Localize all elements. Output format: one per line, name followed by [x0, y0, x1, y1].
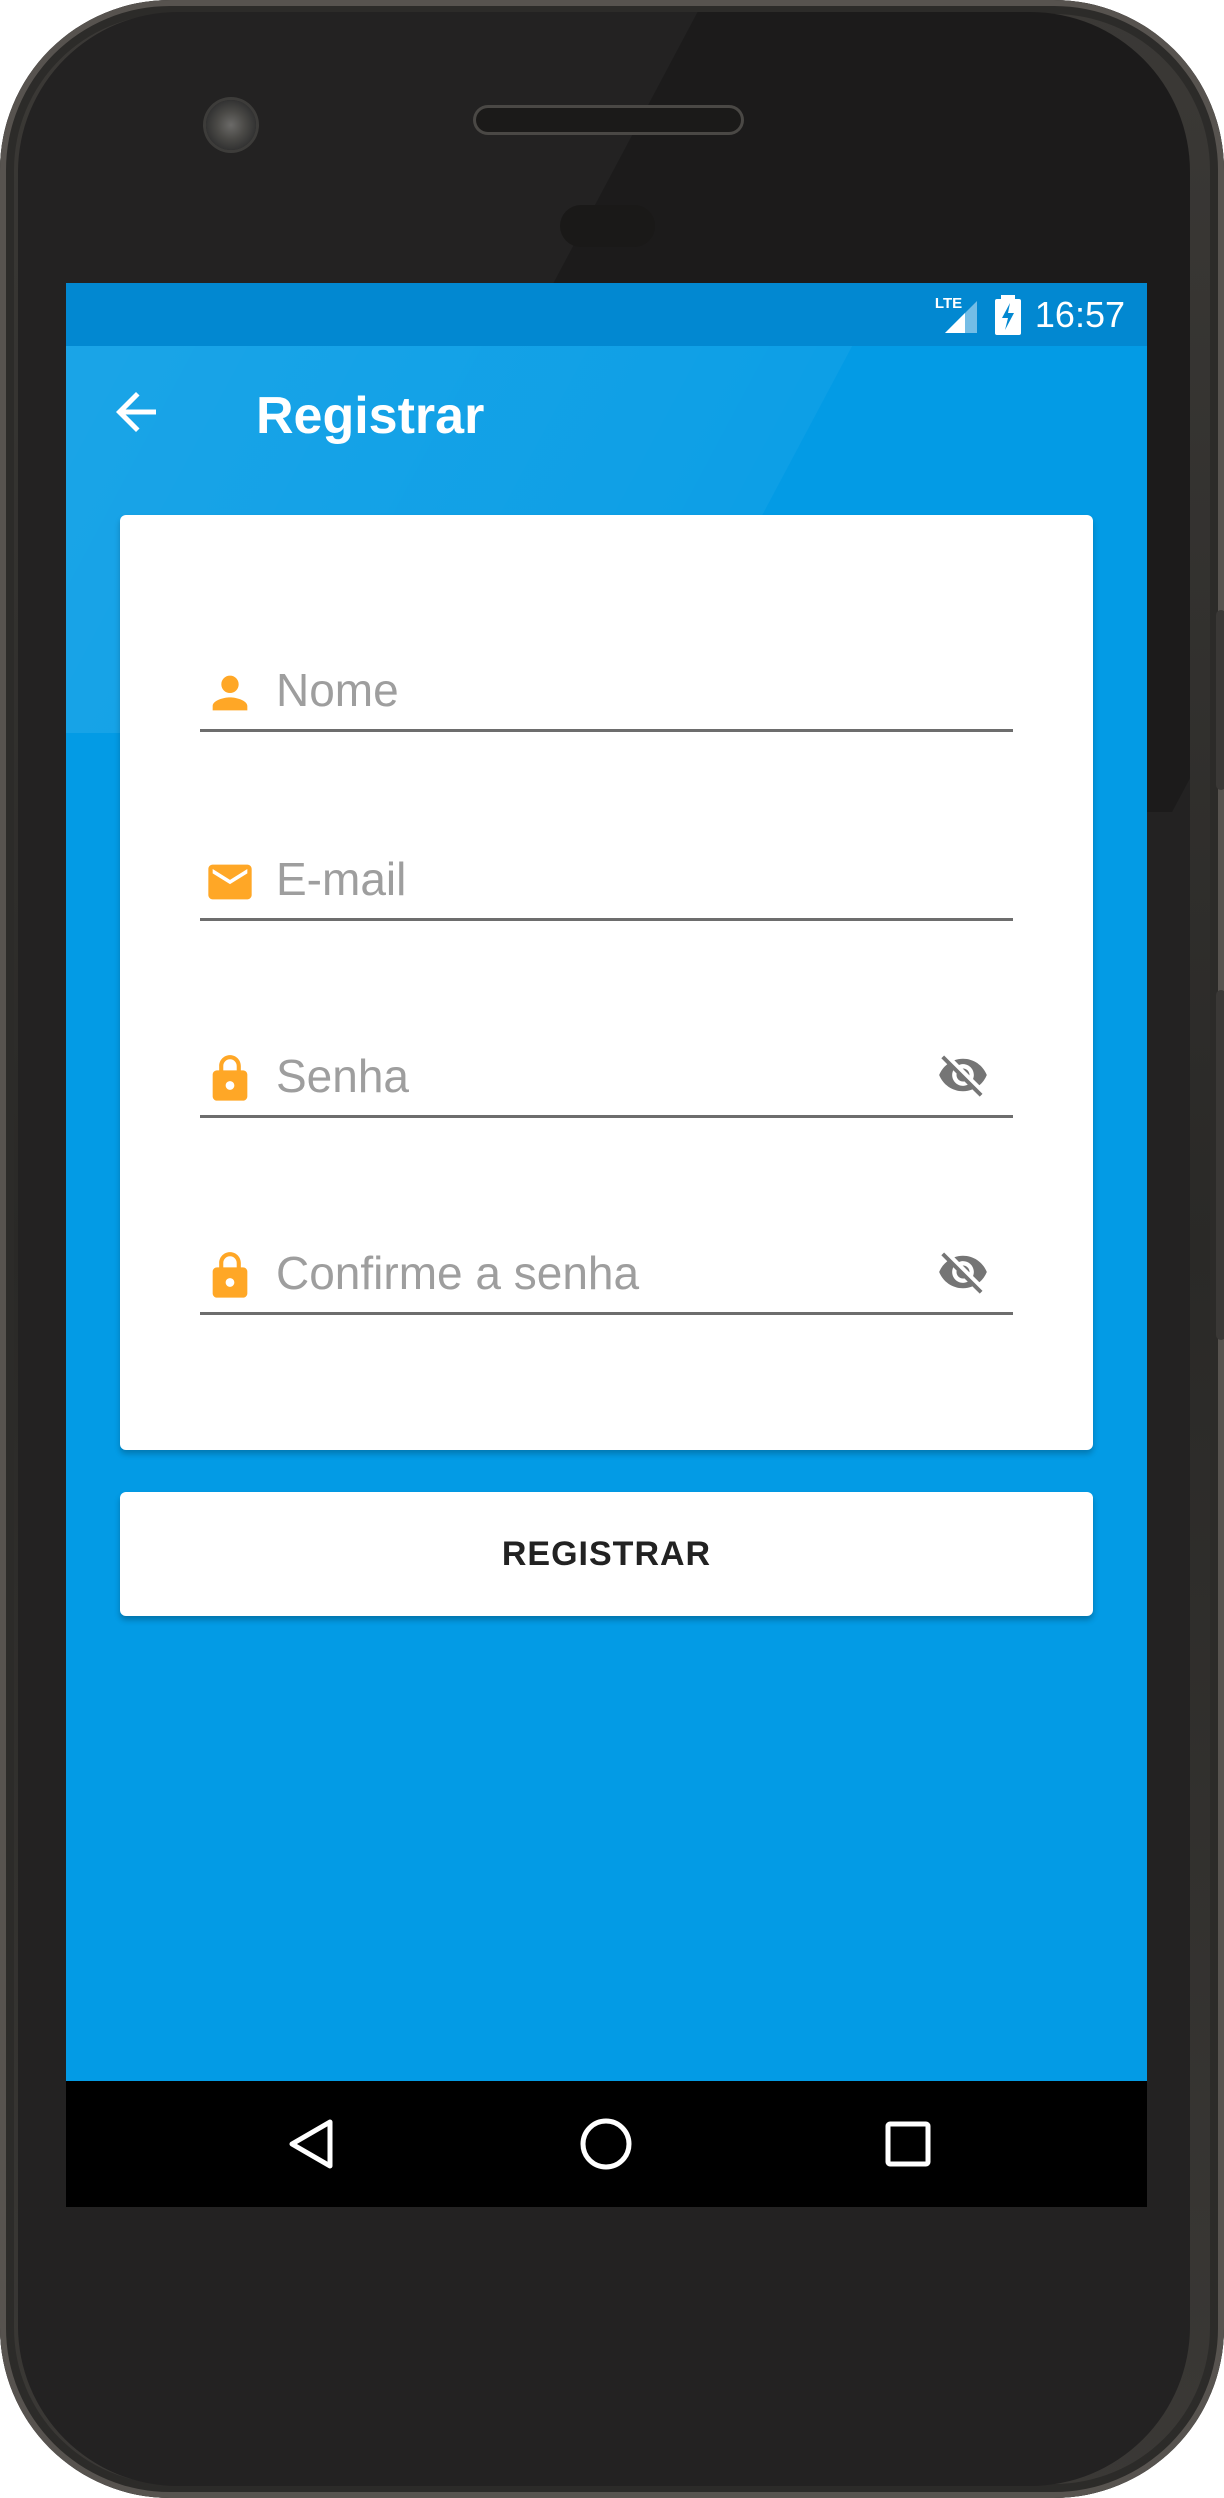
proximity-sensor [560, 205, 655, 247]
back-button[interactable] [106, 382, 166, 442]
front-camera [206, 100, 256, 150]
arrow-left-icon [116, 392, 156, 432]
lock-icon [212, 1252, 248, 1298]
lock-icon [212, 1055, 248, 1101]
password-field [200, 1035, 1013, 1118]
page-title: Registrar [256, 387, 485, 445]
system-nav-bar [66, 2081, 1147, 2207]
nav-recents-button[interactable] [878, 2114, 938, 2174]
earpiece-speaker [476, 108, 741, 132]
person-icon [212, 675, 248, 711]
app-bar: Registrar [66, 346, 1147, 496]
phone-frame: LTE 16:57 Registrar Nome E-mail REGISTRA… [0, 0, 1224, 2498]
toggle-password-visibility[interactable] [933, 1049, 993, 1101]
lte-signal-icon: LTE [935, 295, 981, 335]
name-input[interactable] [274, 659, 918, 721]
confirm-password-field [200, 1232, 1013, 1315]
nav-home-button[interactable] [576, 2114, 636, 2174]
password-input[interactable] [274, 1045, 918, 1107]
eye-off-icon [939, 1055, 987, 1097]
status-bar: LTE 16:57 [66, 283, 1147, 346]
register-button[interactable]: REGISTRAR [120, 1492, 1093, 1616]
eye-off-icon [939, 1252, 987, 1294]
screen: LTE 16:57 Registrar Nome E-mail REGISTRA… [66, 283, 1147, 2207]
triangle-back-icon [289, 2119, 333, 2169]
confirm-password-input[interactable] [274, 1242, 918, 1304]
register-form-card [120, 515, 1093, 1450]
email-field [200, 838, 1013, 921]
square-recents-icon [885, 2121, 931, 2167]
nav-back-button[interactable] [282, 2114, 342, 2174]
power-button [1216, 610, 1224, 790]
volume-button [1216, 990, 1224, 1340]
toggle-confirm-password-visibility[interactable] [933, 1246, 993, 1298]
email-icon [208, 864, 252, 900]
email-input[interactable] [274, 848, 918, 910]
battery-charging-icon [994, 294, 1021, 335]
name-field [200, 649, 1013, 732]
status-icons: LTE 16:57 [935, 283, 1125, 346]
circle-home-icon [580, 2118, 632, 2170]
status-time: 16:57 [1034, 293, 1125, 335]
